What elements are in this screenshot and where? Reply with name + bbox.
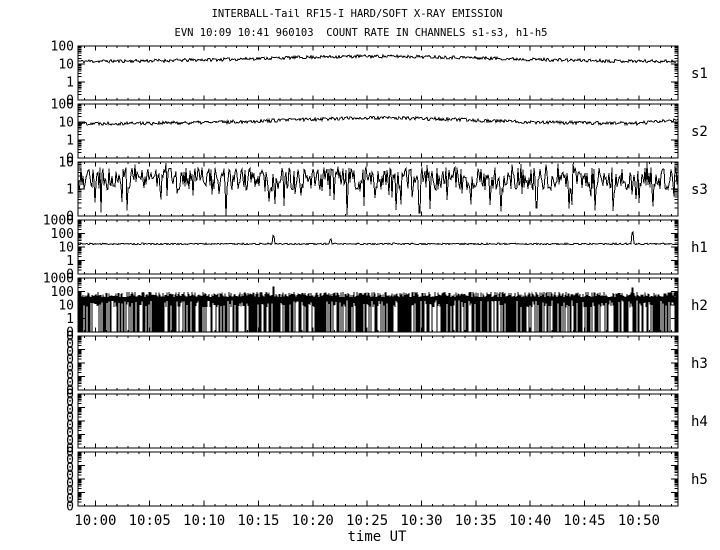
ticks-s1 (78, 46, 678, 100)
ticks-s3 (78, 162, 678, 216)
panel-frame-s2 (78, 104, 678, 158)
y-tick-label-s3: 1 (66, 183, 74, 198)
ticks-h5 (78, 452, 678, 506)
channel-label-s3: s3 (691, 182, 708, 198)
panel-h4: 00000000h4 (66, 388, 708, 457)
x-tick-label: 10:40 (509, 513, 551, 529)
x-tick-label: 10:25 (346, 513, 388, 529)
panel-frame-h3 (78, 336, 678, 390)
x-tick-labels: 10:00 10:05 10:10 10:15 10:20 10:25 10:30 10:35… (74, 513, 660, 529)
x-tick-label: 10:45 (563, 513, 605, 529)
panel-frame-h5 (78, 452, 678, 506)
channel-label-h3: h3 (691, 356, 708, 372)
trace-s1 (78, 55, 678, 63)
channel-label-h2: h2 (691, 298, 708, 314)
chart-subtitle: EVN 10:09 10:41 960103 COUNT RATE IN CHA… (175, 27, 548, 39)
x-tick-label: 10:00 (74, 513, 116, 529)
ticks-h4 (78, 394, 678, 448)
channel-label-h4: h4 (691, 414, 708, 430)
ticks-h3 (78, 336, 678, 390)
y-tick-label-s1: 1 (66, 76, 74, 91)
chart-canvas: INTERBALL-Tail RF15-I HARD/SOFT X-RAY EM… (0, 0, 720, 550)
panel-s3: 1010s3 (58, 156, 708, 225)
x-tick-label: 10:30 (400, 513, 442, 529)
panel-frame-h1 (78, 220, 678, 274)
trace-h1 (78, 232, 678, 245)
y-tick-label-h5: 0 (66, 500, 74, 515)
panel-frame-s1 (78, 46, 678, 100)
x-tick-label: 10:50 (618, 513, 660, 529)
x-tick-label: 10:05 (129, 513, 171, 529)
channel-label-s1: s1 (691, 66, 708, 82)
ticks-h1 (78, 220, 678, 274)
y-tick-label-s2: 100 (51, 98, 74, 113)
panel-s1: 1001010s1 (51, 40, 708, 109)
panel-frame-s3 (78, 162, 678, 216)
channel-label-h1: h1 (691, 240, 708, 256)
panel-h5: 00000000h5 (66, 446, 708, 515)
y-tick-label-s1: 10 (58, 58, 74, 73)
chart-title: INTERBALL-Tail RF15-I HARD/SOFT X-RAY EM… (212, 8, 503, 20)
x-tick-label: 10:15 (237, 513, 279, 529)
panel-h2: 10001001010h2 (43, 272, 708, 341)
channel-label-h5: h5 (691, 472, 708, 488)
x-tick-label: 10:10 (183, 513, 225, 529)
y-tick-label-s1: 100 (51, 40, 74, 55)
trace-h2 (78, 287, 678, 332)
y-tick-label-s2: 1 (66, 134, 74, 149)
x-axis-label: time UT (347, 529, 407, 545)
x-tick-label: 10:35 (455, 513, 497, 529)
panels-group: 1001010s11001010s21010s310001001010h1100… (43, 40, 708, 530)
y-tick-label-s2: 10 (58, 116, 74, 131)
panel-frame-h4 (78, 394, 678, 448)
panel-h3: 00000000h3 (66, 330, 708, 399)
channel-label-s2: s2 (691, 124, 708, 140)
xray-emission-plot-window: INTERBALL-Tail RF15-I HARD/SOFT X-RAY EM… (0, 0, 720, 550)
trace-s2 (78, 116, 678, 125)
panel-s2: 1001010s2 (51, 98, 708, 167)
panel-h1: 10001001010h1 (43, 214, 708, 283)
trace-s3 (78, 163, 678, 216)
y-tick-label-s3: 10 (58, 156, 74, 171)
ticks-s2 (78, 104, 678, 158)
x-tick-label: 10:20 (292, 513, 334, 529)
